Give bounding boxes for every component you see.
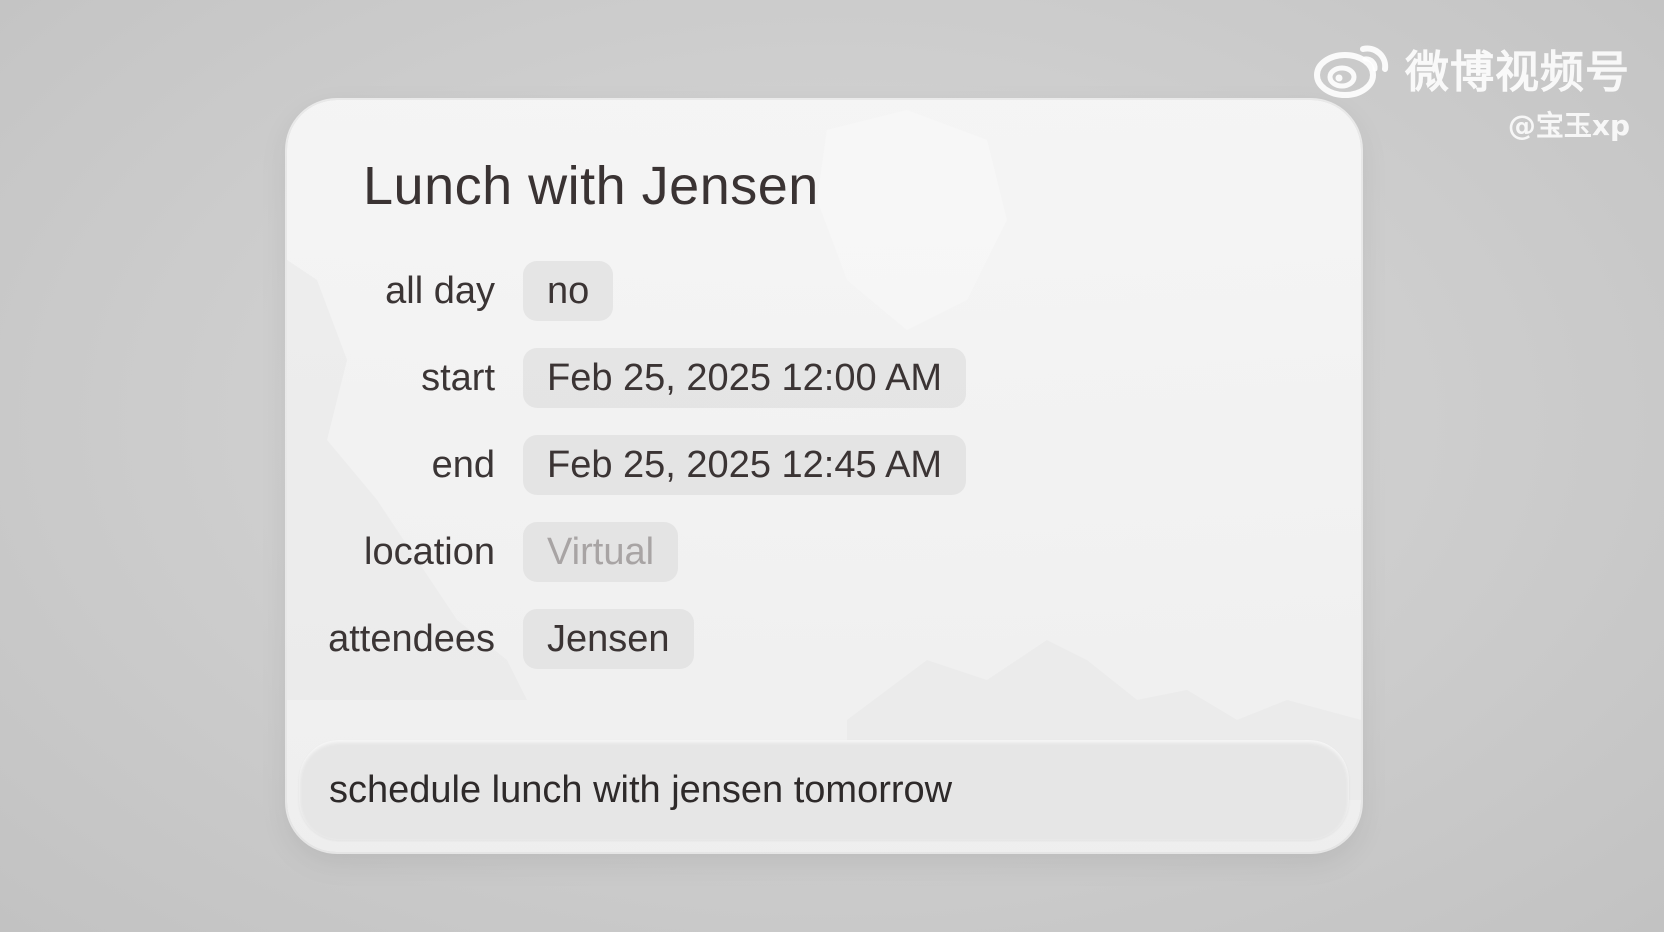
watermark-handle-text: @宝玉xp [1507,109,1630,142]
location-label: location [364,530,495,573]
field-row-start: start Feb 25, 2025 12:00 AM [287,347,967,409]
prompt-input[interactable] [329,768,1309,812]
field-row-attendees: attendees Jensen [287,608,694,670]
watermark-brand-text: 微博视频号 [1405,47,1630,98]
all-day-label: all day [385,269,495,312]
start-datetime-field[interactable]: Feb 25, 2025 12:00 AM [523,348,967,408]
prompt-bar[interactable] [299,740,1349,840]
watermark: 微博视频号 @宝玉xp [1313,36,1630,144]
attendees-label: attendees [328,617,495,660]
field-row-location: location Virtual [287,521,679,583]
field-row-end: end Feb 25, 2025 12:45 AM [287,434,967,496]
start-label: start [421,356,495,399]
end-label: end [431,443,495,486]
event-card: Lunch with Jensen all day no start Feb 2… [287,100,1361,852]
attendees-field[interactable]: Jensen [523,609,694,669]
all-day-value[interactable]: no [523,261,614,321]
event-title: Lunch with Jensen [363,156,819,216]
field-row-all-day: all day no [287,260,614,322]
end-datetime-field[interactable]: Feb 25, 2025 12:45 AM [523,435,967,495]
watermark-brand-row: 微博视频号 [1313,36,1630,100]
location-field[interactable]: Virtual [523,522,679,582]
weibo-icon [1314,45,1389,98]
